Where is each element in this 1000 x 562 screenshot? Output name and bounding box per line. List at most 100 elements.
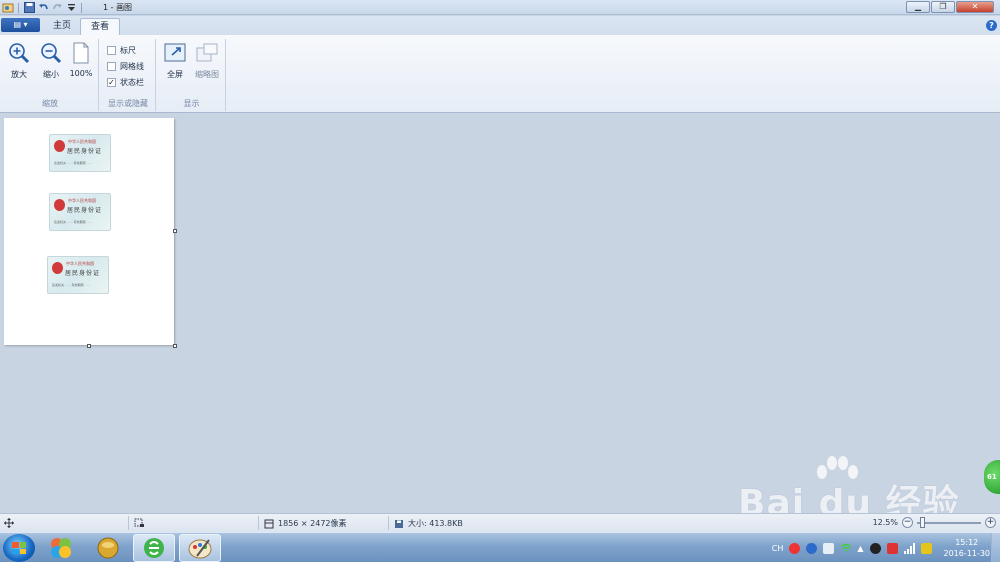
qq-icon[interactable] <box>869 542 881 554</box>
emblem-icon <box>54 199 65 211</box>
zoom-slider[interactable] <box>917 516 981 528</box>
minimize-button[interactable]: ▁ <box>906 1 930 13</box>
page-icon <box>70 41 92 65</box>
resize-handle-bottom[interactable] <box>87 344 91 348</box>
zoom-out-button[interactable]: 缩小 <box>36 41 66 80</box>
undo-icon[interactable] <box>37 2 49 14</box>
paint-menu-button[interactable]: ▤ ▾ <box>1 18 40 32</box>
clock[interactable]: 15:12 2016-11-30 <box>944 537 991 559</box>
zoom-slider-thumb[interactable] <box>919 516 925 528</box>
gridlines-check <box>107 62 116 71</box>
zoom-100-label: 100% <box>69 69 93 78</box>
zoom-out-label: 缩小 <box>43 70 59 79</box>
redo-icon[interactable] <box>51 2 63 14</box>
zoom-in-button[interactable]: 放大 <box>4 41 34 80</box>
quick-access-toolbar <box>2 1 84 14</box>
taskbar-browser[interactable] <box>133 534 175 562</box>
tray-expand-icon[interactable]: ▲ <box>857 544 863 553</box>
taskbar-app-browser-a[interactable] <box>40 534 82 562</box>
thumbnail-icon <box>196 41 218 65</box>
divider <box>388 516 389 530</box>
emblem-icon <box>54 140 65 152</box>
fullscreen-icon <box>164 41 186 65</box>
zoom-in-label: 放大 <box>11 70 27 79</box>
customize-toolbar-icon[interactable] <box>65 2 77 14</box>
input-language[interactable]: CH <box>772 544 784 553</box>
tab-home[interactable]: 主页 <box>43 18 81 35</box>
gridlines-checkbox[interactable]: 网格线 <box>107 61 144 72</box>
card-line: 签发机关 ······ 有效期限 ······ <box>52 283 91 287</box>
floating-badge[interactable]: 61 <box>984 460 1000 494</box>
cursor-position-icon <box>4 518 14 528</box>
file-size: 大小: 413.8KB <box>394 518 463 529</box>
gridlines-label: 网格线 <box>120 62 144 71</box>
zoom-group: 放大 缩小 100% 缩放 <box>2 39 99 111</box>
display-group-label: 显示 <box>183 99 200 108</box>
fullscreen-button[interactable]: 全屏 <box>160 41 190 80</box>
zoom-level: 12.5% <box>872 518 898 527</box>
zoom-in-small-button[interactable]: + <box>985 517 996 528</box>
zoom-control: 12.5% − + <box>872 516 996 528</box>
taskbar: CH ▲ 15:12 2016-11-30 <box>0 532 1000 562</box>
network-error-icon[interactable] <box>886 542 898 554</box>
show-hide-group: 标尺 网格线 ✓ 状态栏 显示或隐藏 <box>101 39 156 111</box>
clock-date: 2016-11-30 <box>943 549 991 558</box>
zoom-100-button[interactable]: 100% <box>66 41 96 78</box>
title-bar: 1 - 画图 ▁ ❐ ✕ <box>0 0 1000 15</box>
card-title: 中华人民共和国 <box>66 261 94 266</box>
zoom-in-icon <box>8 41 30 65</box>
close-button[interactable]: ✕ <box>956 1 994 13</box>
zoom-out-small-button[interactable]: − <box>902 517 913 528</box>
maximize-button[interactable]: ❐ <box>931 1 955 13</box>
file-size-text: 大小: 413.8KB <box>408 519 463 528</box>
divider <box>18 2 19 13</box>
statusbar-checkbox[interactable]: ✓ 状态栏 <box>107 77 144 88</box>
card-title: 中华人民共和国 <box>68 139 96 144</box>
save-icon[interactable] <box>23 2 35 14</box>
dimensions-text: 1856 × 2472像素 <box>278 519 347 528</box>
window-title: 1 - 画图 <box>103 3 133 12</box>
id-card-image: 中华人民共和国 居民身份证 签发机关 ······ 有效期限 ······ <box>49 134 111 172</box>
checkmark-icon: ✓ <box>107 78 116 87</box>
taskbar-app-b[interactable] <box>87 534 129 562</box>
window-controls: ▁ ❐ ✕ <box>906 1 994 13</box>
show-desktop-button[interactable] <box>991 533 1000 562</box>
card-title: 中华人民共和国 <box>68 198 96 203</box>
zoom-group-label: 缩放 <box>42 99 58 108</box>
fullscreen-label: 全屏 <box>167 70 183 79</box>
status-bar: 1856 × 2472像素 大小: 413.8KB 12.5% − + <box>0 513 1000 532</box>
resize-handle-corner[interactable] <box>173 344 177 348</box>
taskbar-paint[interactable] <box>179 534 221 562</box>
image-dimensions: 1856 × 2472像素 <box>264 518 347 529</box>
divider <box>258 516 259 530</box>
ruler-label: 标尺 <box>120 46 136 55</box>
statusbar-label: 状态栏 <box>120 78 144 87</box>
wifi-icon[interactable] <box>840 543 852 554</box>
start-button[interactable] <box>3 534 35 562</box>
card-line: 签发机关 ······ 有效期限 ······ <box>54 220 93 224</box>
help-tray-icon[interactable] <box>806 542 818 554</box>
selection-size-icon <box>134 518 145 528</box>
image-size-icon <box>264 519 274 528</box>
windows-logo-icon <box>12 542 26 554</box>
settings-tray-icon[interactable] <box>823 542 835 554</box>
signal-icon[interactable] <box>903 542 915 554</box>
display-group: 全屏 缩略图 显示 <box>158 39 226 111</box>
thumbnail-label: 缩略图 <box>195 70 219 79</box>
thumbnail-button[interactable]: 缩略图 <box>192 41 222 80</box>
system-tray: CH ▲ 15:12 2016-11-30 <box>772 535 990 561</box>
resize-handle-right[interactable] <box>173 229 177 233</box>
show-hide-group-label: 显示或隐藏 <box>108 99 148 108</box>
browser-e-icon <box>144 538 164 558</box>
help-icon[interactable]: ? <box>986 20 997 31</box>
paint-app-icon[interactable] <box>2 2 14 14</box>
ruler-checkbox[interactable]: 标尺 <box>107 45 136 56</box>
drawing-canvas[interactable]: 中华人民共和国 居民身份证 签发机关 ······ 有效期限 ······ 中华… <box>4 118 174 345</box>
tab-view[interactable]: 查看 <box>80 18 121 35</box>
security-tray-icon[interactable] <box>920 542 932 554</box>
card-name: 居民身份证 <box>67 207 103 214</box>
canvas-workspace[interactable]: 中华人民共和国 居民身份证 签发机关 ······ 有效期限 ······ 中华… <box>0 114 1000 513</box>
divider <box>81 2 82 13</box>
sogou-ime-icon[interactable] <box>789 542 801 554</box>
ribbon-tabs: ▤ ▾ 主页 查看 ? <box>0 16 1000 35</box>
